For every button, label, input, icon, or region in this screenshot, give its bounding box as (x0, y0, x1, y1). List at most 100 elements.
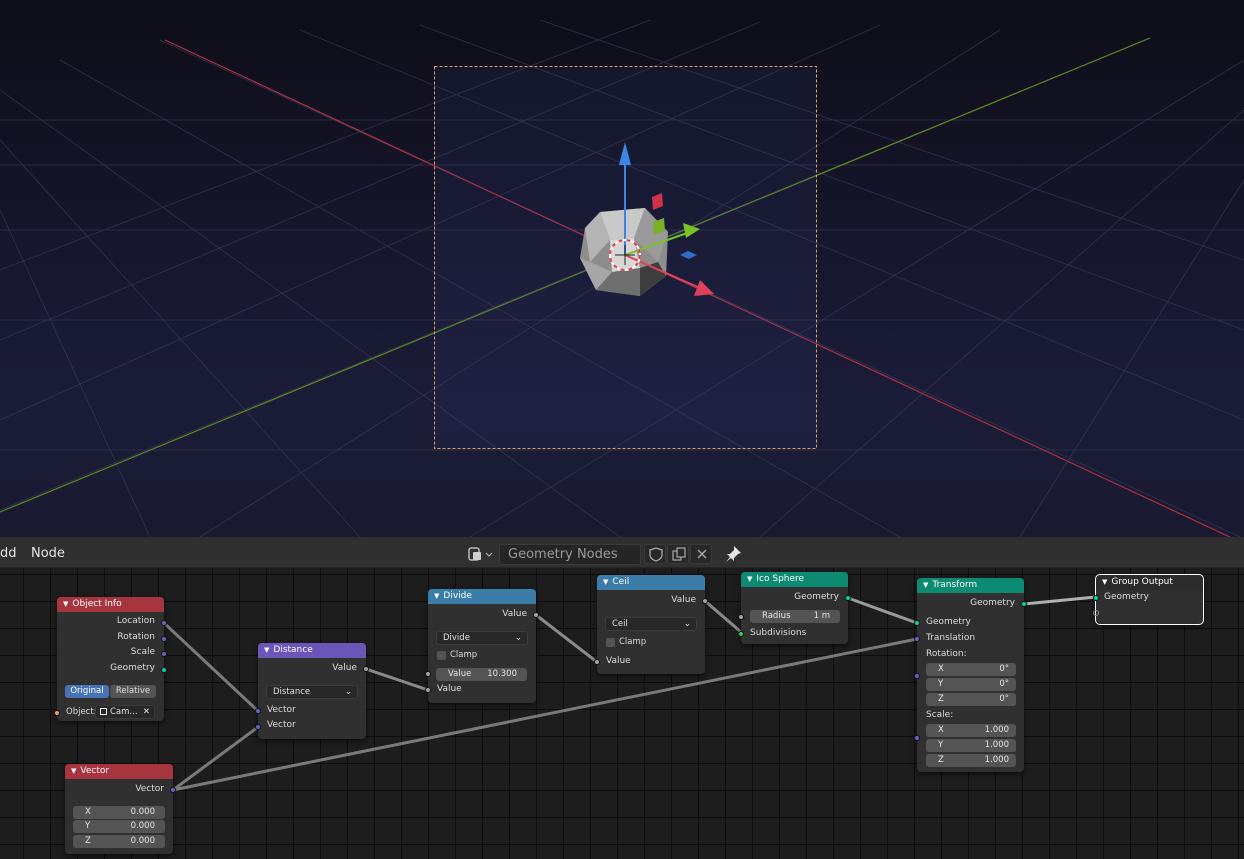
node-header[interactable]: ▼ Ceil (597, 575, 705, 590)
clamp-label: Clamp (450, 650, 478, 660)
socket-value-input[interactable] (594, 659, 600, 665)
scale-x-field[interactable]: X 1.000 (926, 724, 1016, 737)
node-ico-sphere[interactable]: ▼ Ico Sphere Geometry Radius 1 m Subdivisi… (738, 572, 851, 644)
output-vector: Vector (135, 784, 164, 794)
mode-original-button[interactable]: Original (65, 685, 109, 698)
node-tree-type-button[interactable] (465, 544, 495, 564)
socket-value[interactable] (533, 612, 539, 618)
radius-field[interactable]: Radius 1 m (750, 610, 840, 623)
socket-value-a[interactable] (425, 671, 431, 677)
rotation-y-field[interactable]: Y 0° (926, 678, 1016, 691)
collapse-icon[interactable]: ▼ (63, 600, 68, 608)
socket-location[interactable] (161, 620, 167, 626)
clamp-checkbox[interactable] (606, 638, 615, 647)
node-header[interactable]: ▼ Object Info (57, 597, 164, 612)
collapse-icon[interactable]: ▼ (434, 592, 439, 600)
operation-dropdown[interactable]: Divide ⌄ (436, 631, 528, 645)
socket-value-b[interactable] (425, 687, 431, 693)
radius-label: Radius (762, 611, 791, 621)
socket-geometry[interactable] (845, 595, 851, 601)
socket-value[interactable] (702, 598, 708, 604)
socket-vector-a[interactable] (255, 708, 261, 714)
node-transform[interactable]: ▼ Transform Geometry Geometry Translation… (914, 578, 1027, 772)
input-subdivisions: Subdivisions (750, 628, 807, 638)
socket-rotation[interactable] (161, 636, 167, 642)
link-transform-output (1022, 595, 1098, 606)
socket-scale[interactable] (914, 735, 920, 741)
axis-value: 0.000 (130, 836, 155, 846)
node-tree-name-field[interactable]: Geometry Nodes (499, 544, 641, 565)
scale-y-field[interactable]: Y 1.000 (926, 739, 1016, 752)
object-field[interactable]: Cam... ✕ (95, 705, 155, 719)
node-distance[interactable]: ▼ Distance Value Distance ⌄ Vector Vector (255, 643, 369, 739)
socket-empty[interactable] (1093, 610, 1099, 616)
collapse-icon[interactable]: ▼ (71, 767, 76, 775)
socket-vector[interactable] (170, 787, 176, 793)
node-editor-canvas[interactable]: ▼ Object Info Location Rotation Scale Geo… (0, 568, 1244, 859)
socket-geometry-in[interactable] (1093, 595, 1099, 601)
node-vector[interactable]: ▼ Vector Vector X 0.000 Y 0.000 Z 0.000 (65, 764, 176, 854)
socket-subdivisions[interactable] (738, 631, 744, 637)
3d-viewport[interactable] (0, 0, 1244, 537)
fake-user-button[interactable] (644, 544, 666, 564)
node-title: Divide (443, 591, 472, 601)
axis-value: 0° (999, 664, 1009, 674)
node-header[interactable]: ▼ Distance (258, 643, 366, 658)
socket-geometry[interactable] (161, 667, 167, 673)
axis-value: 1.000 (984, 755, 1009, 765)
collapse-icon[interactable]: ▼ (603, 578, 608, 586)
socket-radius[interactable] (738, 614, 744, 620)
collapse-icon[interactable]: ▼ (264, 646, 269, 654)
rotation-x-field[interactable]: X 0° (926, 663, 1016, 676)
value-number: 10.300 (487, 669, 517, 679)
axis-value: 1.000 (984, 740, 1009, 750)
node-title: Ico Sphere (756, 574, 805, 584)
node-object-info[interactable]: ▼ Object Info Location Rotation Scale Geo… (54, 597, 167, 721)
socket-scale[interactable] (161, 651, 167, 657)
clamp-checkbox[interactable] (437, 651, 446, 660)
socket-vector-b[interactable] (255, 724, 261, 730)
node-header[interactable]: ▼ Divide (428, 589, 536, 604)
rotation-z-field[interactable]: Z 0° (926, 693, 1016, 706)
pin-button[interactable] (722, 544, 744, 568)
menu-add[interactable]: dd (0, 546, 17, 561)
axis-label: X (85, 807, 91, 817)
scale-z-field[interactable]: Z 1.000 (926, 754, 1016, 767)
duplicate-tree-button[interactable] (667, 544, 689, 564)
operation-dropdown[interactable]: Distance ⌄ (266, 685, 358, 699)
vector-x-field[interactable]: X 0.000 (73, 806, 165, 819)
menu-node[interactable]: Node (31, 546, 65, 561)
operation-value: Divide (443, 633, 470, 643)
input-value: Value (606, 656, 631, 666)
object-label: Object: (66, 707, 97, 717)
node-header[interactable]: ▼ Transform (917, 578, 1024, 593)
socket-value[interactable] (363, 666, 369, 672)
socket-rotation[interactable] (914, 673, 920, 679)
output-rotation: Rotation (117, 632, 155, 642)
clear-icon[interactable]: ✕ (143, 706, 150, 718)
socket-geometry-in[interactable] (914, 620, 920, 626)
unlink-tree-button[interactable] (690, 544, 712, 564)
node-header[interactable]: ▼ Vector (65, 764, 173, 779)
socket-object[interactable] (54, 710, 60, 716)
input-geometry: Geometry (1104, 592, 1149, 602)
collapse-icon[interactable]: ▼ (747, 575, 752, 583)
close-icon (697, 549, 707, 559)
socket-geometry-out[interactable] (1021, 601, 1027, 607)
node-group-output[interactable]: ▼ Group Output Geometry (1093, 574, 1204, 625)
axis-label: X (938, 664, 944, 674)
node-header[interactable]: ▼ Group Output (1096, 575, 1203, 590)
value-field[interactable]: Value 10.300 (436, 668, 527, 681)
axis-label: Y (938, 679, 944, 689)
mode-relative-button[interactable]: Relative (110, 685, 156, 698)
socket-translation[interactable] (914, 636, 920, 642)
collapse-icon[interactable]: ▼ (923, 581, 928, 589)
node-divide[interactable]: ▼ Divide Value Divide ⌄ Clamp Value 10.300 … (425, 589, 539, 703)
vector-z-field[interactable]: Z 0.000 (73, 835, 165, 848)
vector-y-field[interactable]: Y 0.000 (73, 820, 165, 833)
operation-dropdown[interactable]: Ceil ⌄ (605, 617, 697, 631)
node-ceil[interactable]: ▼ Ceil Value Ceil ⌄ Clamp Value (594, 575, 708, 674)
node-header[interactable]: ▼ Ico Sphere (741, 572, 848, 587)
collapse-icon[interactable]: ▼ (1102, 578, 1107, 586)
viewport-canvas[interactable] (0, 0, 1244, 537)
